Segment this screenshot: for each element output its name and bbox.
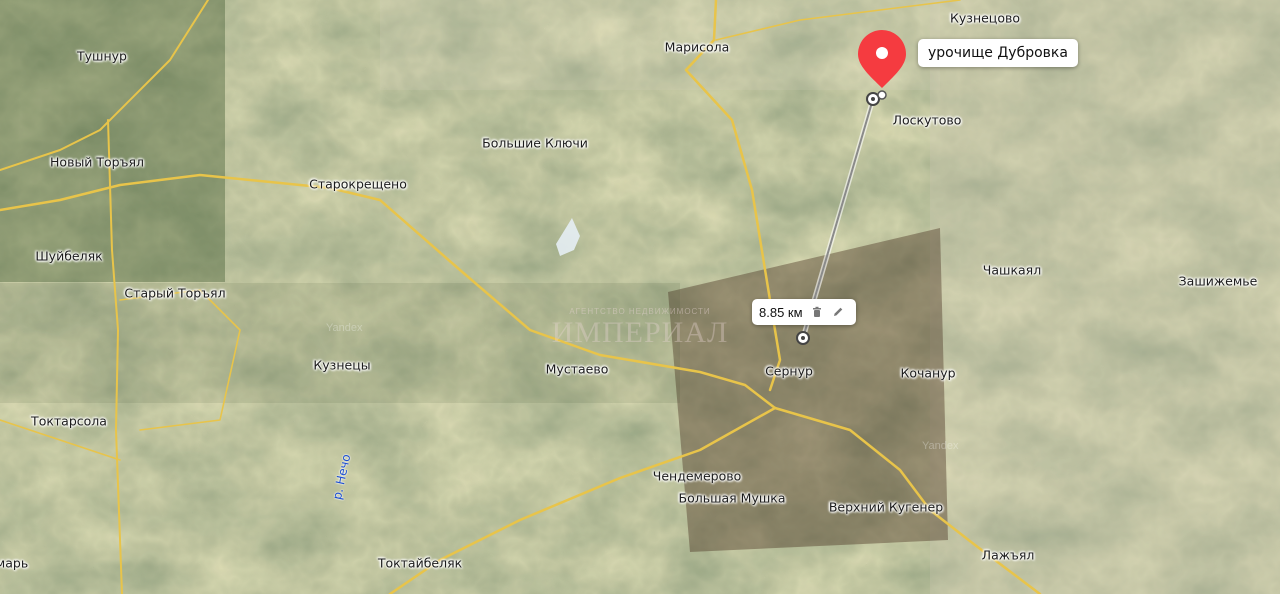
place-label-lazhyal: Лажъял xyxy=(981,547,1035,563)
place-label-shuibelyak: Шуйбеляк xyxy=(35,248,103,264)
place-label-marisola: Марисола xyxy=(664,39,730,55)
place-label-kuznetsovo: Кузнецово xyxy=(950,10,1020,26)
place-label-kuznetsy: Кузнецы xyxy=(313,357,371,373)
distance-box: 8.85 км xyxy=(752,299,856,325)
measure-start-dot xyxy=(871,97,875,101)
watermark-title: ИМПЕРИАЛ xyxy=(551,316,729,349)
place-label-starokreshcheno: Старокрещено xyxy=(309,176,407,192)
place-label-mar: марь xyxy=(0,555,29,571)
place-label-loskutovo: Лоскутово xyxy=(892,112,962,128)
place-label-tushnur: Тушнур xyxy=(77,48,127,64)
place-label-chashkayal: Чашкаял xyxy=(982,262,1042,278)
place-label-toktarsola: Токтарсола xyxy=(31,413,107,429)
pin-label-text: урочище Дубровка xyxy=(928,45,1068,61)
measure-end-dot xyxy=(801,336,805,340)
place-label-chendemerovo: Чендемерово xyxy=(652,468,742,484)
map-credit: Yandex xyxy=(326,322,363,334)
map-credit-2: Yandex xyxy=(922,440,959,452)
watermark-subtitle: АГЕНТСТВО НЕДВИЖИМОСТИ xyxy=(569,307,711,316)
place-label-stary-toryal: Старый Торъял xyxy=(124,285,226,301)
place-label-novy-toryal: Новый Торъял xyxy=(50,154,144,170)
pencil-icon[interactable] xyxy=(831,305,845,319)
place-label-kochanur: Кочанур xyxy=(900,365,956,381)
tile-northeast-pale xyxy=(930,0,1280,594)
distance-value: 8.85 км xyxy=(759,304,803,320)
place-label-bolshie-klyuchi: Большие Ключи xyxy=(482,135,588,151)
pin-label[interactable]: урочище Дубровка xyxy=(918,39,1078,67)
pin-center-dot xyxy=(876,47,888,59)
place-label-bolshaya-mushka: Большая Мушка xyxy=(678,490,786,506)
place-label-sernur: Сернур xyxy=(765,363,813,379)
place-label-verkhny-kugener: Верхний Кугенер xyxy=(828,499,944,515)
place-label-mustaevo: Мустаево xyxy=(545,361,609,377)
trash-icon[interactable] xyxy=(810,305,824,319)
place-label-zashizhemye: Зашижемье xyxy=(1178,273,1258,289)
place-label-toktaibelyak: Токтайбеляк xyxy=(377,555,463,571)
pin-anchor-point xyxy=(877,90,887,100)
